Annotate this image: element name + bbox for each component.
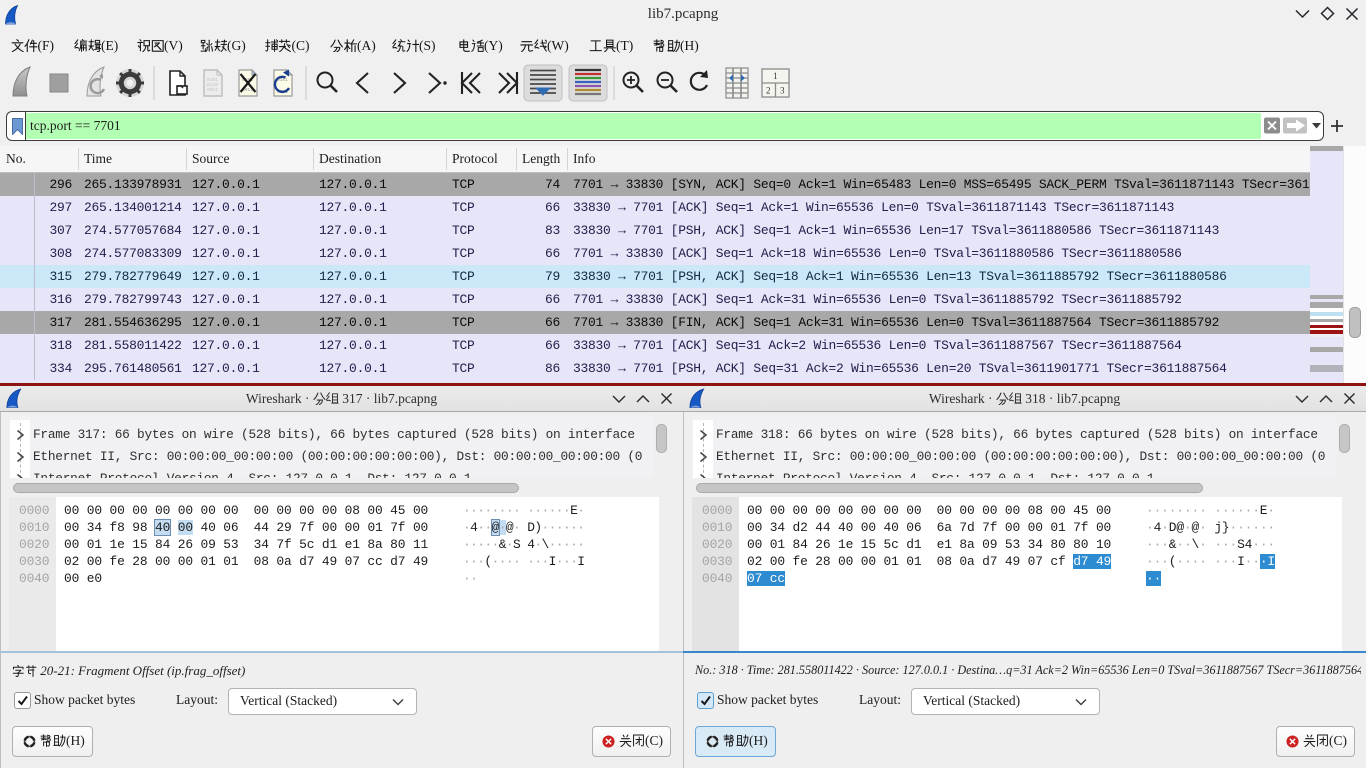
svg-text:0011: 0011 bbox=[207, 87, 218, 93]
svg-text:1: 1 bbox=[773, 71, 778, 81]
svg-text:3: 3 bbox=[780, 86, 785, 96]
svg-text:2: 2 bbox=[766, 86, 771, 96]
